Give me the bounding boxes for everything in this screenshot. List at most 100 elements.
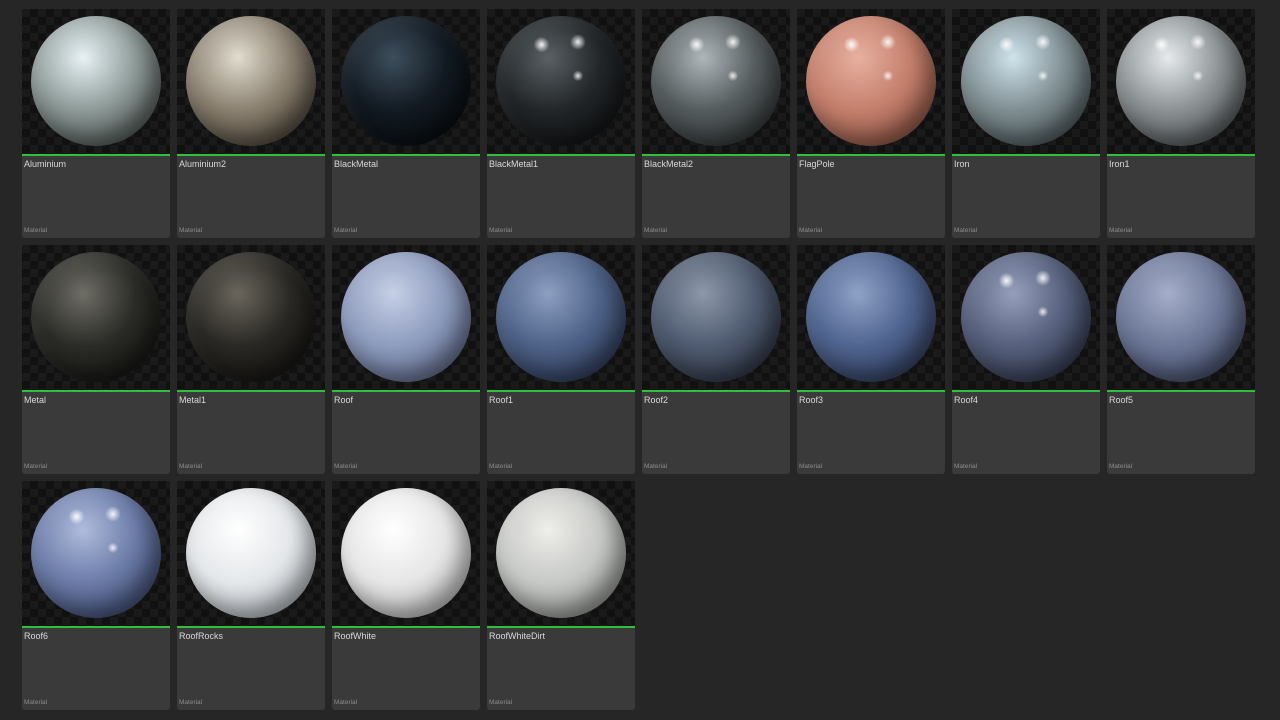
asset-thumbnail [332, 481, 480, 628]
asset-name-label: Roof6 [24, 631, 49, 641]
asset-tile[interactable]: RoofWhiteDirt Material [487, 481, 635, 710]
asset-name-label: Iron [954, 159, 970, 169]
asset-name-label: Roof3 [799, 395, 824, 405]
asset-thumbnail [177, 245, 325, 392]
asset-thumbnail [22, 481, 170, 628]
asset-thumbnail [177, 9, 325, 156]
asset-name-label: Roof2 [644, 395, 669, 405]
material-sphere-icon [961, 16, 1091, 146]
asset-thumbnail [952, 9, 1100, 156]
asset-thumbnail [487, 245, 635, 392]
material-sphere-icon [961, 252, 1091, 382]
asset-tile[interactable]: Roof2 Material [642, 245, 790, 474]
asset-name-label: Iron1 [1109, 159, 1130, 169]
asset-name-label: Roof4 [954, 395, 979, 405]
material-sphere-icon [186, 16, 316, 146]
asset-tile[interactable]: RoofRocks Material [177, 481, 325, 710]
material-sphere-icon [341, 252, 471, 382]
asset-type-label: Material [1109, 463, 1133, 470]
content-browser-asset-grid: Aluminium Material Aluminium2 Material Black… [22, 9, 1255, 710]
material-sphere-icon [496, 252, 626, 382]
material-sphere-icon [496, 488, 626, 618]
asset-tile[interactable]: Aluminium Material [22, 9, 170, 238]
asset-thumbnail [1107, 9, 1255, 156]
material-sphere-icon [806, 252, 936, 382]
material-sphere-icon [186, 488, 316, 618]
asset-name-label: Roof [334, 395, 354, 405]
material-sphere-icon [31, 16, 161, 146]
asset-name-label: BlackMetal [334, 159, 379, 169]
asset-tile[interactable]: Roof4 Material [952, 245, 1100, 474]
asset-tile[interactable]: Iron Material [952, 9, 1100, 238]
asset-thumbnail [642, 9, 790, 156]
asset-tile[interactable]: RoofWhite Material [332, 481, 480, 710]
asset-tile[interactable]: Roof5 Material [1107, 245, 1255, 474]
material-sphere-icon [31, 488, 161, 618]
asset-type-label: Material [644, 463, 668, 470]
asset-tile[interactable]: Roof3 Material [797, 245, 945, 474]
asset-type-label: Material [954, 227, 978, 234]
material-sphere-icon [496, 16, 626, 146]
asset-type-label: Material [334, 463, 358, 470]
material-sphere-icon [31, 252, 161, 382]
asset-name-label: Roof5 [1109, 395, 1134, 405]
asset-type-label: Material [179, 699, 203, 706]
asset-tile[interactable]: Roof1 Material [487, 245, 635, 474]
asset-tile[interactable]: Metal Material [22, 245, 170, 474]
asset-type-label: Material [179, 227, 203, 234]
asset-type-label: Material [799, 463, 823, 470]
asset-tile[interactable]: Aluminium2 Material [177, 9, 325, 238]
material-sphere-icon [341, 16, 471, 146]
asset-type-label: Material [24, 463, 48, 470]
asset-name-label: Aluminium2 [179, 159, 227, 169]
asset-tile[interactable]: Roof6 Material [22, 481, 170, 710]
material-sphere-icon [651, 252, 781, 382]
asset-name-label: RoofWhiteDirt [489, 631, 546, 641]
asset-thumbnail [487, 9, 635, 156]
asset-name-label: BlackMetal1 [489, 159, 539, 169]
asset-type-label: Material [334, 227, 358, 234]
asset-thumbnail [332, 245, 480, 392]
asset-type-label: Material [489, 227, 513, 234]
asset-name-label: Metal1 [179, 395, 207, 405]
asset-name-label: FlagPole [799, 159, 835, 169]
asset-name-label: Roof1 [489, 395, 514, 405]
asset-type-label: Material [799, 227, 823, 234]
asset-tile[interactable]: Roof Material [332, 245, 480, 474]
asset-type-label: Material [954, 463, 978, 470]
asset-thumbnail [22, 245, 170, 392]
material-sphere-icon [186, 252, 316, 382]
asset-type-label: Material [24, 227, 48, 234]
asset-type-label: Material [644, 227, 668, 234]
asset-name-label: BlackMetal2 [644, 159, 694, 169]
asset-thumbnail [952, 245, 1100, 392]
asset-thumbnail [332, 9, 480, 156]
asset-tile[interactable]: Iron1 Material [1107, 9, 1255, 238]
asset-thumbnail [22, 9, 170, 156]
material-sphere-icon [806, 16, 936, 146]
asset-name-label: Metal [24, 395, 47, 405]
asset-type-label: Material [489, 463, 513, 470]
asset-tile[interactable]: BlackMetal Material [332, 9, 480, 238]
material-sphere-icon [1116, 16, 1246, 146]
asset-type-label: Material [489, 699, 513, 706]
asset-tile[interactable]: BlackMetal1 Material [487, 9, 635, 238]
asset-thumbnail [177, 481, 325, 628]
asset-tile[interactable]: BlackMetal2 Material [642, 9, 790, 238]
asset-name-label: RoofWhite [334, 631, 377, 641]
asset-type-label: Material [1109, 227, 1133, 234]
asset-tile[interactable]: Metal1 Material [177, 245, 325, 474]
asset-type-label: Material [179, 463, 203, 470]
asset-type-label: Material [334, 699, 358, 706]
asset-type-label: Material [24, 699, 48, 706]
asset-thumbnail [1107, 245, 1255, 392]
material-sphere-icon [1116, 252, 1246, 382]
material-sphere-icon [651, 16, 781, 146]
asset-thumbnail [642, 245, 790, 392]
asset-name-label: Aluminium [24, 159, 67, 169]
material-sphere-icon [341, 488, 471, 618]
asset-thumbnail [797, 9, 945, 156]
asset-thumbnail [487, 481, 635, 628]
asset-tile[interactable]: FlagPole Material [797, 9, 945, 238]
asset-thumbnail [797, 245, 945, 392]
